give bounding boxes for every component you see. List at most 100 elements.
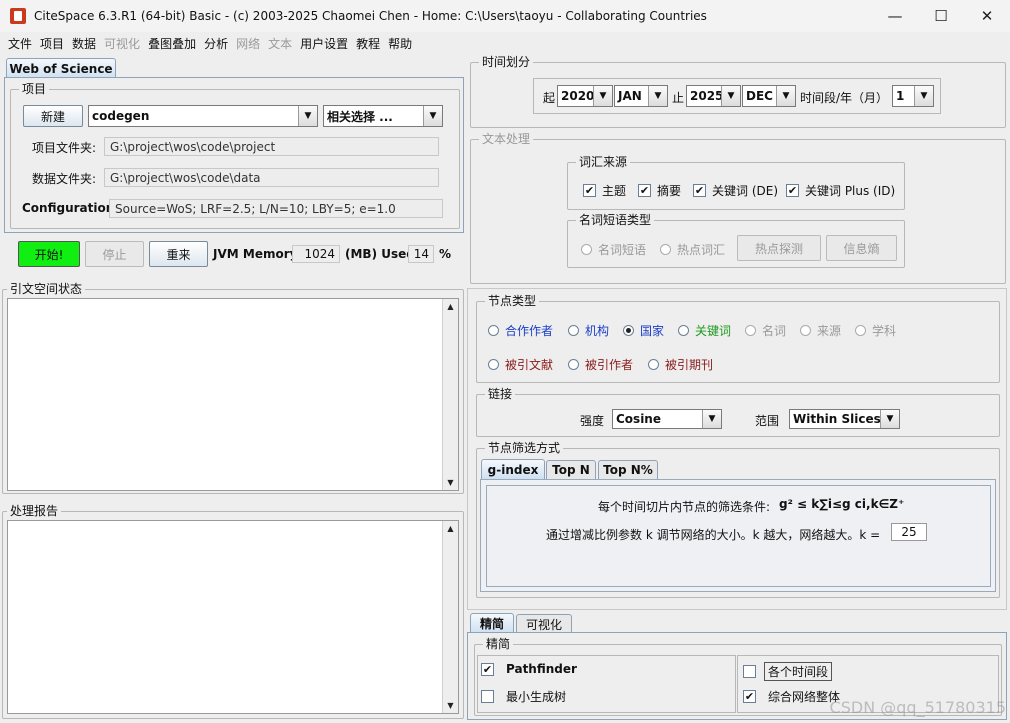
strength-select[interactable]: Cosine ▼ bbox=[612, 409, 722, 429]
mst-checkbox[interactable]: 最小生成树 bbox=[481, 688, 566, 705]
percent-label: % bbox=[439, 247, 452, 261]
configuration-label: Configuration: bbox=[22, 201, 120, 215]
noun-phrase-radio[interactable]: 名词短语 bbox=[581, 241, 646, 258]
k-value-input[interactable]: 25 bbox=[891, 523, 927, 541]
node-cited-author-radio[interactable]: 被引作者 bbox=[568, 356, 633, 373]
time-slicing-title: 时间划分 bbox=[479, 54, 534, 70]
reset-button[interactable]: 重来 bbox=[149, 241, 208, 267]
menu-analysis[interactable]: 分析 bbox=[200, 35, 232, 52]
burst-terms-radio[interactable]: 热点词汇 bbox=[660, 241, 725, 258]
node-institution-label: 机构 bbox=[585, 324, 610, 338]
data-folder-label: 数据文件夹: bbox=[32, 172, 97, 186]
from-year-select[interactable]: 2020 ▼ bbox=[557, 85, 613, 107]
menu-text[interactable]: 文本 bbox=[264, 35, 296, 52]
tab-visualization[interactable]: 可视化 bbox=[516, 614, 572, 633]
to-month-select[interactable]: DEC ▼ bbox=[742, 85, 796, 107]
each-slice-checkbox[interactable]: 各个时间段 bbox=[743, 662, 833, 681]
project-select[interactable]: codegen ▼ bbox=[88, 105, 318, 127]
scroll-up-icon[interactable]: ▲ bbox=[443, 521, 458, 536]
citation-status-scrollbar[interactable]: ▲ ▼ bbox=[442, 299, 458, 490]
scroll-down-icon[interactable]: ▼ bbox=[443, 475, 458, 490]
menu-help[interactable]: 帮助 bbox=[384, 35, 416, 52]
burst-terms-label: 热点词汇 bbox=[677, 243, 726, 257]
source-abstract-checkbox[interactable]: ✔ 摘要 bbox=[638, 182, 681, 199]
scope-select[interactable]: Within Slices ▼ bbox=[789, 409, 900, 429]
process-report-scrollbar[interactable]: ▲ ▼ bbox=[442, 521, 458, 713]
burst-detect-button[interactable]: 热点探测 bbox=[737, 235, 821, 261]
links-group: 链接 bbox=[476, 386, 1000, 437]
node-author-radio[interactable]: 合作作者 bbox=[488, 322, 553, 339]
maximize-button[interactable]: ☐ bbox=[918, 0, 964, 32]
scroll-up-icon[interactable]: ▲ bbox=[443, 299, 458, 314]
radio-icon bbox=[800, 325, 811, 336]
links-title: 链接 bbox=[485, 386, 516, 402]
radio-icon bbox=[660, 244, 671, 255]
node-keyword-radio[interactable]: 关键词 bbox=[678, 322, 731, 339]
g-index-formula: g² ≤ k∑i≤g ci,k∈Z⁺ bbox=[779, 497, 905, 511]
node-source-label: 来源 bbox=[817, 324, 842, 338]
to-year-select[interactable]: 2025 ▼ bbox=[686, 85, 741, 107]
node-author-label: 合作作者 bbox=[505, 324, 554, 338]
scroll-down-icon[interactable]: ▼ bbox=[443, 698, 458, 713]
scope-label: 范围 bbox=[755, 414, 780, 428]
radio-icon bbox=[488, 359, 499, 370]
tab-web-of-science[interactable]: Web of Science bbox=[6, 58, 116, 78]
project-folder-field[interactable]: G:\project\wos\code\project bbox=[104, 137, 439, 156]
minimize-button[interactable]: — bbox=[872, 0, 918, 32]
checkbox-icon bbox=[743, 665, 756, 678]
stop-button[interactable]: 停止 bbox=[85, 241, 144, 267]
term-source-title: 词汇来源 bbox=[576, 154, 631, 170]
checkbox-checked-icon: ✔ bbox=[693, 184, 706, 197]
source-id-checkbox[interactable]: ✔ 关键词 Plus (ID) bbox=[786, 182, 895, 199]
merged-network-checkbox[interactable]: ✔ 综合网络整体 bbox=[743, 688, 840, 705]
menu-file[interactable]: 文件 bbox=[4, 35, 36, 52]
node-institution-radio[interactable]: 机构 bbox=[568, 322, 609, 339]
years-per-slice-select[interactable]: 1 ▼ bbox=[892, 85, 934, 107]
watermark: CSDN @qq_51780315 bbox=[829, 698, 1006, 717]
node-keyword-label: 关键词 bbox=[695, 324, 732, 338]
node-term-radio[interactable]: 名词 bbox=[745, 322, 786, 339]
menu-data[interactable]: 数据 bbox=[68, 35, 100, 52]
from-year-value: 2020 bbox=[561, 89, 595, 103]
source-title-checkbox[interactable]: ✔ 主题 bbox=[583, 182, 626, 199]
close-button[interactable]: ✕ bbox=[964, 0, 1010, 32]
radio-selected-icon bbox=[623, 325, 634, 336]
start-button[interactable]: 开始! bbox=[18, 241, 80, 267]
project-folder-label: 项目文件夹: bbox=[32, 141, 97, 155]
chevron-down-icon: ▼ bbox=[776, 86, 795, 106]
source-title-label: 主题 bbox=[602, 184, 627, 198]
citation-status-title: 引文空间状态 bbox=[7, 281, 86, 297]
menu-tutorial[interactable]: 教程 bbox=[352, 35, 384, 52]
configuration-field[interactable]: Source=WoS; LRF=2.5; L/N=10; LBY=5; e=1.… bbox=[109, 199, 443, 218]
menu-overlay[interactable]: 叠图叠加 bbox=[144, 35, 200, 52]
from-month-select[interactable]: JAN ▼ bbox=[614, 85, 668, 107]
pathfinder-checkbox[interactable]: ✔ Pathfinder bbox=[481, 662, 577, 676]
citation-status-textarea[interactable]: ▲ ▼ bbox=[7, 298, 459, 491]
related-select[interactable]: 相关选择 ... ▼ bbox=[323, 105, 443, 127]
tab-top-n-percent[interactable]: Top N% bbox=[598, 460, 658, 479]
new-project-button[interactable]: 新建 bbox=[23, 105, 83, 127]
title-bar: CiteSpace 6.3.R1 (64-bit) Basic - (c) 20… bbox=[0, 0, 1010, 32]
menu-network[interactable]: 网络 bbox=[232, 35, 264, 52]
menu-project[interactable]: 项目 bbox=[36, 35, 68, 52]
tab-pruning[interactable]: 精简 bbox=[470, 613, 514, 633]
process-report-textarea[interactable]: ▲ ▼ bbox=[7, 520, 459, 714]
entropy-button[interactable]: 信息熵 bbox=[826, 235, 897, 261]
selection-title: 节点筛选方式 bbox=[485, 440, 564, 456]
menu-visualize[interactable]: 可视化 bbox=[100, 35, 144, 52]
node-cited-journal-radio[interactable]: 被引期刊 bbox=[648, 356, 713, 373]
project-group-title: 项目 bbox=[19, 81, 50, 97]
node-category-radio[interactable]: 学科 bbox=[855, 322, 896, 339]
radio-icon bbox=[568, 359, 579, 370]
source-de-checkbox[interactable]: ✔ 关键词 (DE) bbox=[693, 182, 778, 199]
tab-g-index[interactable]: g-index bbox=[481, 459, 545, 479]
menu-user-settings[interactable]: 用户设置 bbox=[296, 35, 352, 52]
noun-phrase-title: 名词短语类型 bbox=[576, 212, 655, 228]
radio-icon bbox=[488, 325, 499, 336]
node-source-radio[interactable]: 来源 bbox=[800, 322, 841, 339]
tab-top-n[interactable]: Top N bbox=[546, 460, 596, 479]
node-country-radio[interactable]: 国家 bbox=[623, 322, 664, 339]
data-folder-field[interactable]: G:\project\wos\code\data bbox=[104, 168, 439, 187]
node-cited-reference-radio[interactable]: 被引文献 bbox=[488, 356, 553, 373]
radio-icon bbox=[678, 325, 689, 336]
